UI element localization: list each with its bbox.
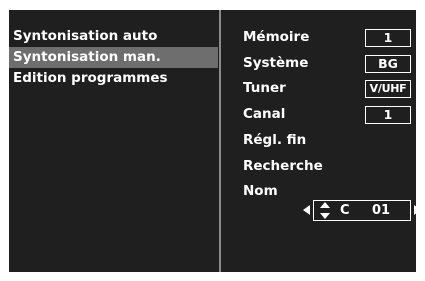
tuner-label: Tuner <box>243 80 286 96</box>
systeme-label: Système <box>243 55 309 71</box>
menu-item-syntonisation-man[interactable]: Syntonisation man. <box>9 47 218 68</box>
recherche-label[interactable]: Recherche <box>243 156 323 176</box>
regl-fin-label[interactable]: Régl. fin <box>243 130 306 150</box>
canal-value[interactable]: 1 <box>365 106 411 124</box>
tv-osd-menu: Syntonisation auto Syntonisation man. Ed… <box>9 10 421 272</box>
tuner-value[interactable]: V/UHF <box>365 80 411 98</box>
up-down-arrows-icon[interactable] <box>320 202 330 219</box>
memoire-value[interactable]: 1 <box>365 29 411 47</box>
nom-character: C <box>340 203 350 218</box>
canal-label: Canal <box>243 106 286 122</box>
triangle-left-icon[interactable] <box>303 205 310 215</box>
manual-tuning-panel: Mémoire 1 Système BG Tuner V/UHF Canal 1… <box>221 10 421 272</box>
triangle-right-icon[interactable] <box>414 205 421 215</box>
memoire-label: Mémoire <box>243 29 310 45</box>
nom-label: Nom <box>243 183 278 199</box>
systeme-value[interactable]: BG <box>365 55 411 73</box>
menu-item-edition-programmes[interactable]: Edition programmes <box>9 68 218 89</box>
nom-position: 01 <box>372 203 391 218</box>
nom-field[interactable]: C 01 <box>313 200 411 221</box>
main-menu: Syntonisation auto Syntonisation man. Ed… <box>9 10 218 272</box>
menu-item-syntonisation-auto[interactable]: Syntonisation auto <box>9 26 218 47</box>
